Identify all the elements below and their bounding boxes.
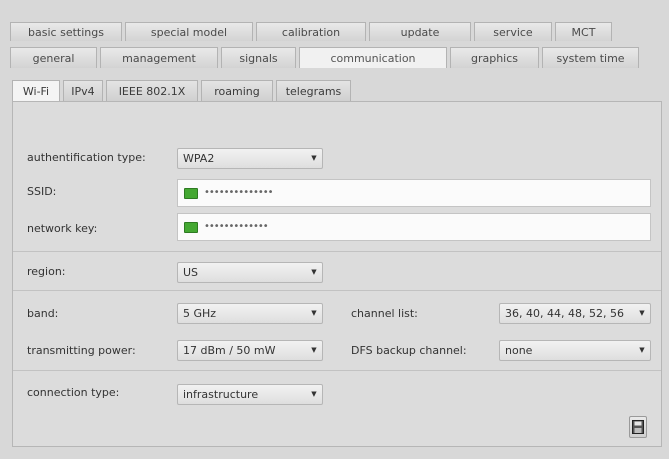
tx-power-select[interactable]: 17 dBm / 50 mW ▼ [177,340,323,361]
subtab-roaming[interactable]: roaming [201,80,273,101]
dropdown-arrow-icon: ▼ [311,268,317,276]
tab-system-time[interactable]: system time [542,47,639,68]
wifi-settings-panel: authentification type: WPA2 ▼ SSID: ••••… [12,101,662,447]
region-select[interactable]: US ▼ [177,262,323,283]
divider [13,290,661,291]
subtab-ipv4[interactable]: IPv4 [63,80,103,101]
tab-basic-settings[interactable]: basic settings [10,22,122,41]
auth-type-value: WPA2 [183,152,215,165]
network-key-field[interactable]: ••••••••••••• [177,213,651,241]
region-label: region: [27,265,66,278]
subtab-wifi[interactable]: Wi-Fi [12,80,60,101]
tx-power-label: transmitting power: [27,344,136,357]
tab-update[interactable]: update [369,22,471,41]
channel-list-select[interactable]: 36, 40, 44, 48, 52, 56 ▼ [499,303,651,324]
tab-calibration[interactable]: calibration [256,22,366,41]
dropdown-arrow-icon: ▼ [639,346,645,354]
band-select[interactable]: 5 GHz ▼ [177,303,323,324]
dropdown-arrow-icon: ▼ [639,309,645,317]
tab-mct[interactable]: MCT [555,22,612,41]
dropdown-arrow-icon: ▼ [311,346,317,354]
network-key-value: ••••••••••••• [204,221,269,232]
status-led-icon [184,222,198,233]
tx-power-value: 17 dBm / 50 mW [183,344,276,357]
settings-window: basic settings special model calibration… [0,0,669,459]
ssid-label: SSID: [27,185,57,198]
tab-row-top: basic settings special model calibration… [10,22,612,41]
dropdown-arrow-icon: ▼ [311,154,317,162]
save-button[interactable] [629,416,647,438]
network-key-label: network key: [27,222,98,235]
dropdown-arrow-icon: ▼ [311,390,317,398]
ssid-value: •••••••••••••• [204,187,274,198]
auth-type-label: authentification type: [27,151,146,164]
band-label: band: [27,307,59,320]
tab-special-model[interactable]: special model [125,22,253,41]
dropdown-arrow-icon: ▼ [311,309,317,317]
subtab-ieee-8021x[interactable]: IEEE 802.1X [106,80,198,101]
channel-list-value: 36, 40, 44, 48, 52, 56 [505,307,624,320]
status-led-icon [184,188,198,199]
tab-management[interactable]: management [100,47,218,68]
tab-communication[interactable]: communication [299,47,447,68]
connection-type-select[interactable]: infrastructure ▼ [177,384,323,405]
channel-list-label: channel list: [351,307,418,320]
connection-type-value: infrastructure [183,388,259,401]
subtab-row: Wi-Fi IPv4 IEEE 802.1X roaming telegrams [12,80,351,101]
subtab-telegrams[interactable]: telegrams [276,80,351,101]
tab-general[interactable]: general [10,47,97,68]
auth-type-select[interactable]: WPA2 ▼ [177,148,323,169]
divider [13,370,661,371]
ssid-field[interactable]: •••••••••••••• [177,179,651,207]
tab-graphics[interactable]: graphics [450,47,539,68]
tab-signals[interactable]: signals [221,47,296,68]
dfs-backup-select[interactable]: none ▼ [499,340,651,361]
tab-row-main: general management signals communication… [10,47,639,68]
tab-service[interactable]: service [474,22,552,41]
region-value: US [183,266,199,279]
dfs-backup-value: none [505,344,533,357]
band-value: 5 GHz [183,307,217,320]
dfs-backup-label: DFS backup channel: [351,344,467,357]
connection-type-label: connection type: [27,386,120,399]
divider [13,251,661,252]
floppy-disk-icon [632,420,644,434]
